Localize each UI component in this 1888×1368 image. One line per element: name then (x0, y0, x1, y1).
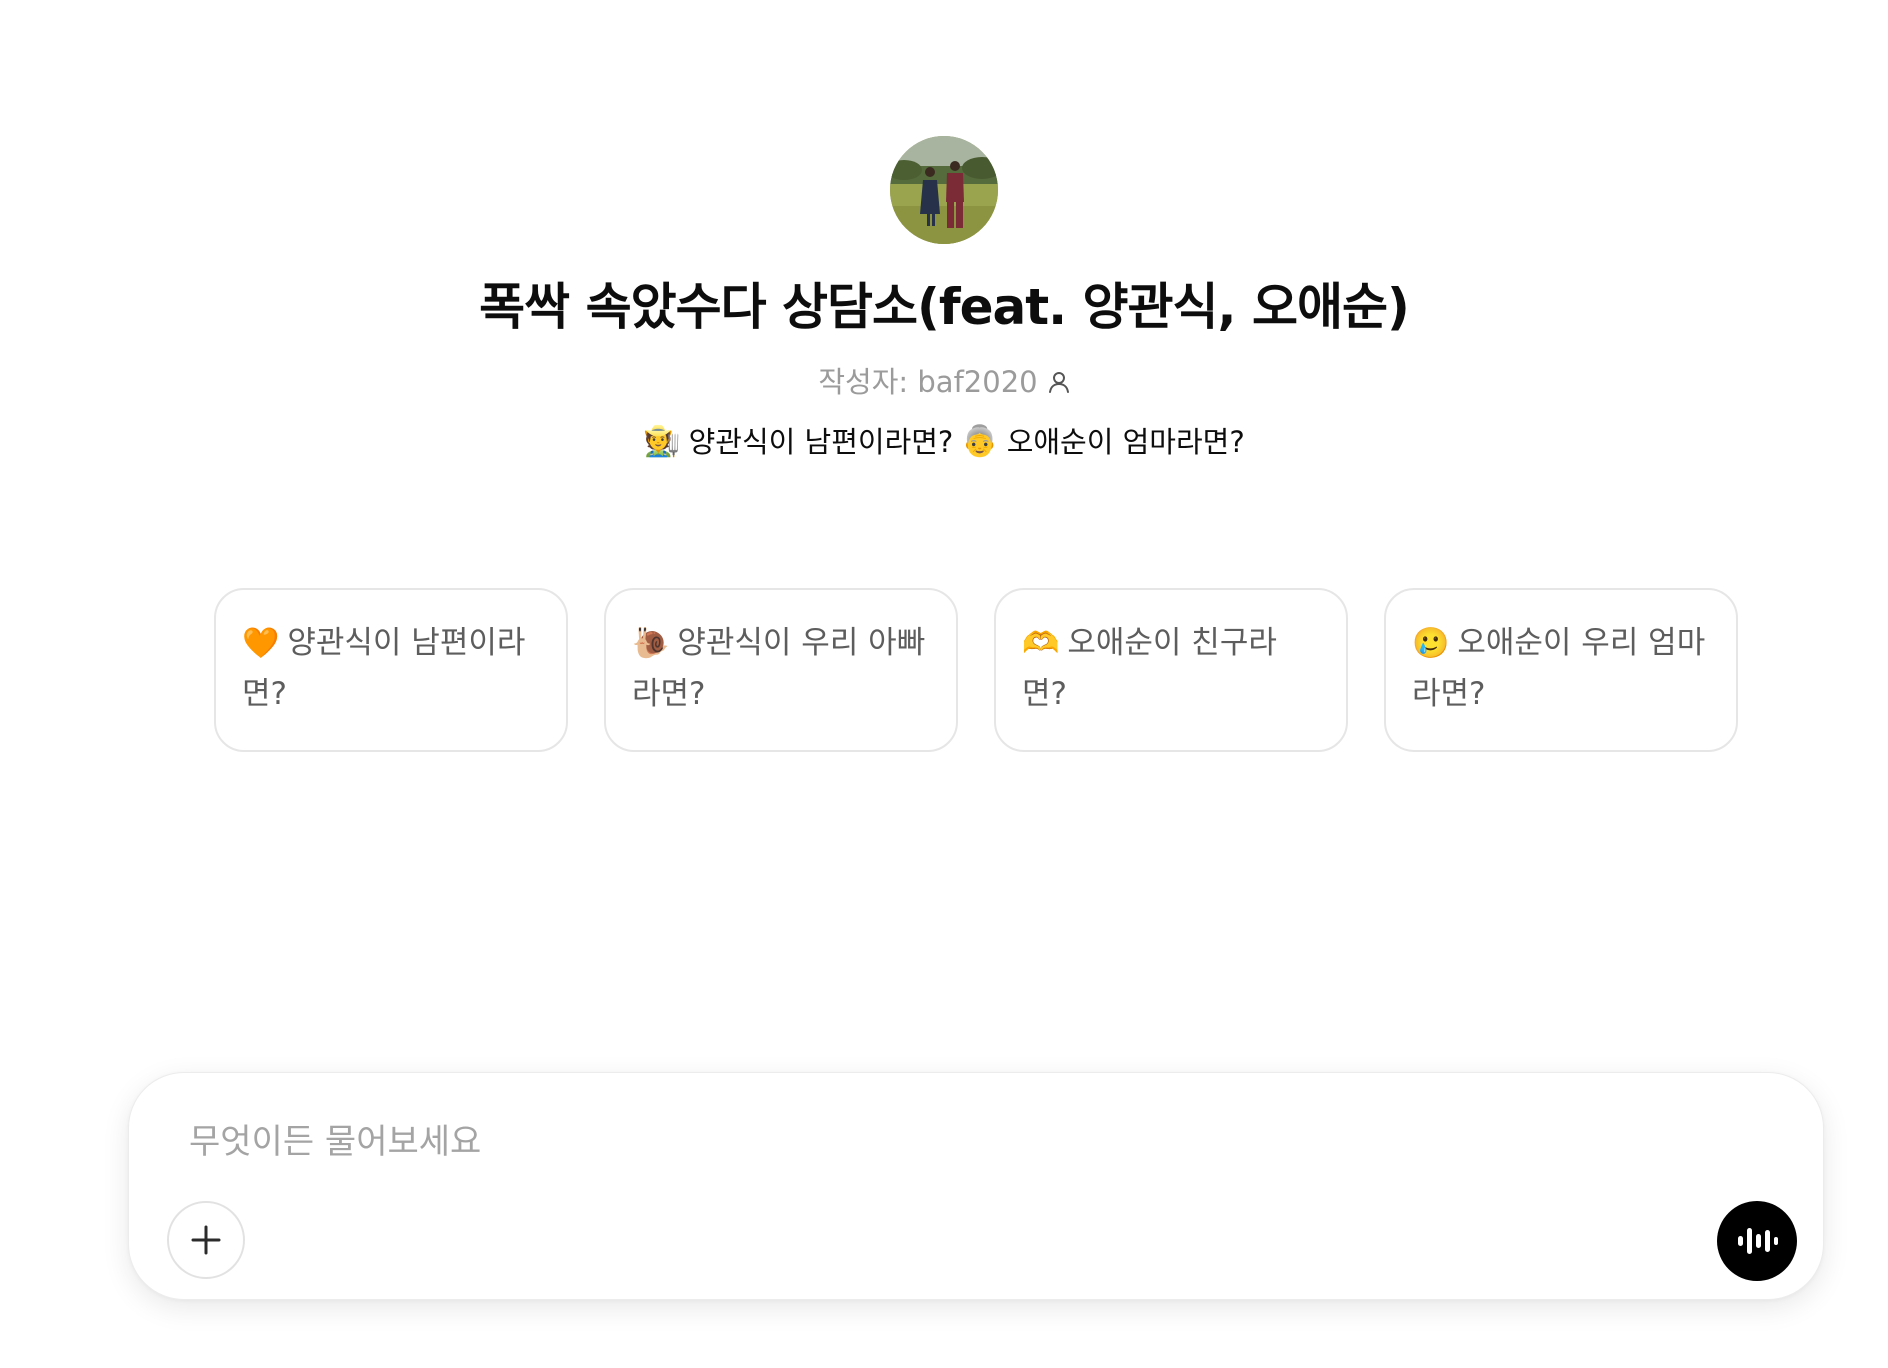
plus-icon (191, 1225, 221, 1255)
smiling-tear-emoji-icon: 🥲 (1412, 626, 1450, 661)
voice-mode-button[interactable] (1717, 1201, 1797, 1281)
gpt-avatar (890, 136, 998, 244)
add-attachment-button[interactable] (167, 1201, 245, 1279)
message-composer (128, 1072, 1824, 1300)
gpt-title: 폭싹 속았수다 상담소(feat. 양관식, 오애순) (479, 278, 1410, 336)
description-text-2: 오애순이 엄마라면? (1006, 425, 1245, 459)
starter-label: 오애순이 우리 엄마라면? (1412, 625, 1706, 712)
voice-waveform-icon (1738, 1228, 1778, 1254)
starter-label: 양관식이 남편이라면? (242, 625, 526, 712)
starter-card-4[interactable]: 🥲 오애순이 우리 엄마라면? (1384, 588, 1738, 752)
starter-label: 양관식이 우리 아빠라면? (632, 625, 926, 712)
orange-heart-emoji-icon: 🧡 (242, 626, 280, 661)
older-woman-emoji-icon: 👵 (961, 424, 999, 459)
message-input[interactable] (187, 1109, 1691, 1175)
starter-card-1[interactable]: 🧡 양관식이 남편이라면? (214, 588, 568, 752)
snail-emoji-icon: 🐌 (632, 626, 670, 661)
conversation-starters: 🧡 양관식이 남편이라면? 🐌 양관식이 우리 아빠라면? 🫶 오애순이 친구라면? … (214, 588, 1738, 752)
person-icon (1048, 372, 1069, 393)
farmer-emoji-icon: 🧑‍🌾 (643, 424, 681, 459)
starter-card-2[interactable]: 🐌 양관식이 우리 아빠라면? (604, 588, 958, 752)
description-text-1: 양관식이 남편이라면? (688, 425, 954, 459)
gpt-description: 🧑‍🌾 양관식이 남편이라면? 👵 오애순이 엄마라면? (643, 422, 1245, 462)
gpt-home: 폭싹 속았수다 상담소(feat. 양관식, 오애순) 작성자: baf2020… (0, 0, 1888, 1368)
avatar-photo (890, 136, 998, 244)
starter-label: 오애순이 친구라면? (1022, 625, 1277, 712)
heart-hands-emoji-icon: 🫶 (1022, 626, 1060, 661)
starter-card-3[interactable]: 🫶 오애순이 친구라면? (994, 588, 1348, 752)
gpt-header: 폭싹 속았수다 상담소(feat. 양관식, 오애순) 작성자: baf2020… (0, 136, 1888, 462)
gpt-author[interactable]: 작성자: baf2020 (818, 362, 1069, 402)
author-label: 작성자: baf2020 (818, 365, 1038, 399)
